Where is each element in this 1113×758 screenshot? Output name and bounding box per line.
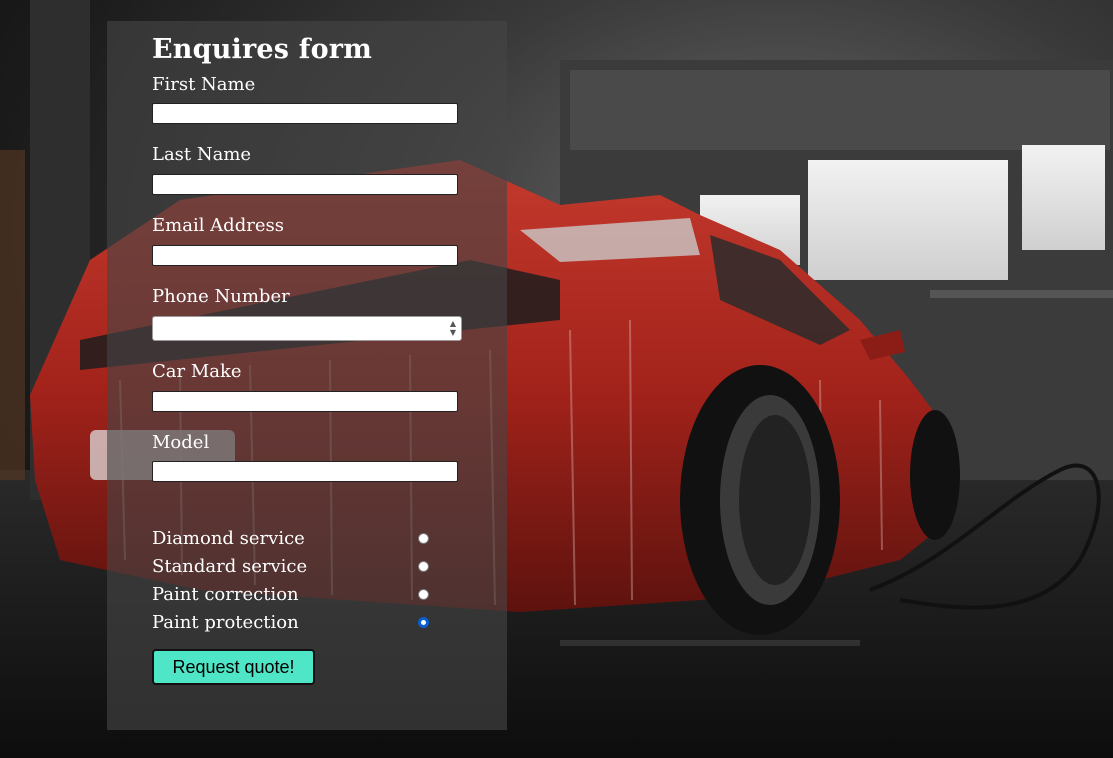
service-label-diamond: Diamond service bbox=[152, 528, 305, 550]
radio-paint-correction[interactable] bbox=[418, 589, 429, 601]
phone-number-wrapper: ▲ ▼ bbox=[152, 315, 462, 341]
service-label-paint-correction: Paint correction bbox=[152, 584, 299, 606]
email-address-input[interactable] bbox=[152, 245, 458, 267]
service-option-paint-correction[interactable]: Paint correction bbox=[152, 581, 442, 609]
service-label-paint-protection: Paint protection bbox=[152, 612, 299, 634]
car-make-label: Car Make bbox=[152, 360, 242, 382]
model-input[interactable] bbox=[152, 461, 458, 483]
page-background: Enquires form First Name Last Name Email… bbox=[0, 0, 1113, 758]
car-make-field: Car Make bbox=[152, 362, 507, 433]
last-name-label: Last Name bbox=[152, 144, 252, 166]
email-address-label: Email Address bbox=[152, 215, 284, 237]
first-name-label: First Name bbox=[152, 73, 256, 95]
phone-number-label: Phone Number bbox=[152, 286, 290, 308]
radio-standard-service[interactable] bbox=[418, 561, 429, 573]
radio-diamond-service[interactable] bbox=[418, 533, 429, 545]
first-name-field: First Name bbox=[152, 73, 507, 146]
form-title: Enquires form bbox=[152, 34, 372, 65]
service-options: Diamond service Standard service Paint c… bbox=[152, 525, 507, 637]
phone-number-input[interactable] bbox=[152, 315, 462, 341]
car-make-input[interactable] bbox=[152, 390, 458, 412]
service-option-diamond[interactable]: Diamond service bbox=[152, 525, 442, 553]
radio-paint-protection[interactable] bbox=[418, 617, 429, 629]
first-name-input[interactable] bbox=[152, 103, 458, 125]
number-spinner-icon[interactable]: ▲ ▼ bbox=[448, 319, 458, 337]
phone-number-field: Phone Number ▲ ▼ bbox=[152, 287, 507, 341]
last-name-field: Last Name bbox=[152, 145, 507, 216]
service-option-paint-protection[interactable]: Paint protection bbox=[152, 609, 442, 637]
email-address-field: Email Address bbox=[152, 216, 507, 287]
service-option-standard[interactable]: Standard service bbox=[152, 553, 442, 581]
model-field: Model bbox=[152, 431, 507, 504]
model-label: Model bbox=[152, 431, 210, 453]
request-quote-button[interactable]: Request quote! bbox=[152, 649, 315, 686]
enquiry-form-panel: Enquires form First Name Last Name Email… bbox=[107, 21, 507, 730]
last-name-input[interactable] bbox=[152, 174, 458, 196]
service-label-standard: Standard service bbox=[152, 556, 308, 578]
